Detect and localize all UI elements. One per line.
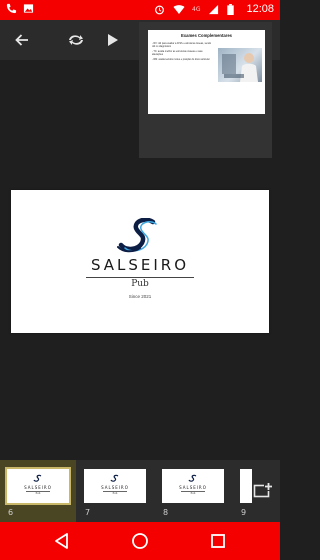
preview-bullet: - TC: avalia melhor as estruturas ósseas… xyxy=(152,50,203,57)
thumbnail-number: 6 xyxy=(8,508,14,517)
triangle-back-icon xyxy=(55,533,68,549)
salseiro-s-logo xyxy=(188,474,197,482)
clock: 12:08 xyxy=(246,3,274,15)
preview-bullet: - RX: útil para avaliar a ATM e estrutur… xyxy=(152,42,212,49)
thumbnail-slide: SALSEIRO Pub xyxy=(5,467,71,505)
square-recents-icon xyxy=(211,534,225,548)
thumbnail-brand: SALSEIRO xyxy=(24,485,52,490)
preview-bullet: - RM: avalia tecidos moles e posição do … xyxy=(152,58,210,62)
alarm-icon xyxy=(154,4,165,15)
brand-since: Since 2021 xyxy=(128,294,152,299)
preview-slide-photo xyxy=(218,48,262,82)
arrow-left-icon xyxy=(15,34,28,46)
thumbnail-number: 8 xyxy=(163,508,169,517)
thumbnail-brand: SALSEIRO xyxy=(179,485,207,490)
thumbnail-slide: SALSEIRO Pub xyxy=(84,469,146,503)
circle-home-icon xyxy=(132,533,148,549)
thumbnail-number: 9 xyxy=(241,508,247,517)
slide-thumbnail[interactable]: SALSEIRO Pub 7 xyxy=(77,460,153,522)
thumbnail-subtitle: Pub xyxy=(112,492,118,495)
brand-divider xyxy=(86,277,194,278)
play-button[interactable] xyxy=(95,20,131,60)
salseiro-s-logo xyxy=(117,218,157,253)
image-notification-icon xyxy=(23,3,34,14)
thumbnail-slide: SALSEIRO Pub xyxy=(162,469,224,503)
preview-slide-bullets: - RX: útil para avaliar a ATM e estrutur… xyxy=(152,42,214,63)
thumbnail-number: 7 xyxy=(85,508,91,517)
phone-icon xyxy=(6,3,17,14)
play-icon xyxy=(108,34,118,46)
slide-thumbnail[interactable]: SALSEIRO Pub 6 xyxy=(0,460,76,522)
current-slide[interactable]: SALSEIRO Pub Since 2021 xyxy=(11,190,269,333)
brand-subtitle: Pub xyxy=(131,279,149,289)
network-type-label: 4G xyxy=(192,5,201,13)
swap-button[interactable] xyxy=(58,20,94,60)
slide-thumbnail[interactable]: SALSEIRO Pub 8 xyxy=(155,460,231,522)
thumbnail-subtitle: Pub xyxy=(190,492,196,495)
add-slide-button[interactable] xyxy=(246,476,280,506)
wifi-icon xyxy=(173,4,185,15)
slide-thumbnail-strip: SALSEIRO Pub 6 SALSEIRO Pub 7 SALSEIRO P… xyxy=(0,460,280,522)
salseiro-s-logo xyxy=(33,474,42,482)
status-bar: 4G 12:08 xyxy=(0,0,280,20)
signal-icon xyxy=(208,4,219,15)
battery-icon xyxy=(227,3,238,15)
thumbnail-brand: SALSEIRO xyxy=(101,485,129,490)
nav-back-button[interactable] xyxy=(52,531,72,551)
android-nav-bar xyxy=(0,522,280,560)
nav-home-button[interactable] xyxy=(130,531,150,551)
nav-recents-button[interactable] xyxy=(208,531,228,551)
preview-slide[interactable]: Exames Complementares - RX: útil para av… xyxy=(148,30,265,114)
preview-slide-title: Exames Complementares xyxy=(181,33,232,38)
thumbnail-subtitle: Pub xyxy=(35,492,41,495)
add-slide-icon xyxy=(253,482,273,498)
slide-preview-panel: Exames Complementares - RX: útil para av… xyxy=(139,22,272,158)
brand-name: SALSEIRO xyxy=(90,256,190,274)
back-button[interactable] xyxy=(4,20,40,60)
swap-icon xyxy=(69,35,83,45)
salseiro-s-logo xyxy=(110,474,119,482)
